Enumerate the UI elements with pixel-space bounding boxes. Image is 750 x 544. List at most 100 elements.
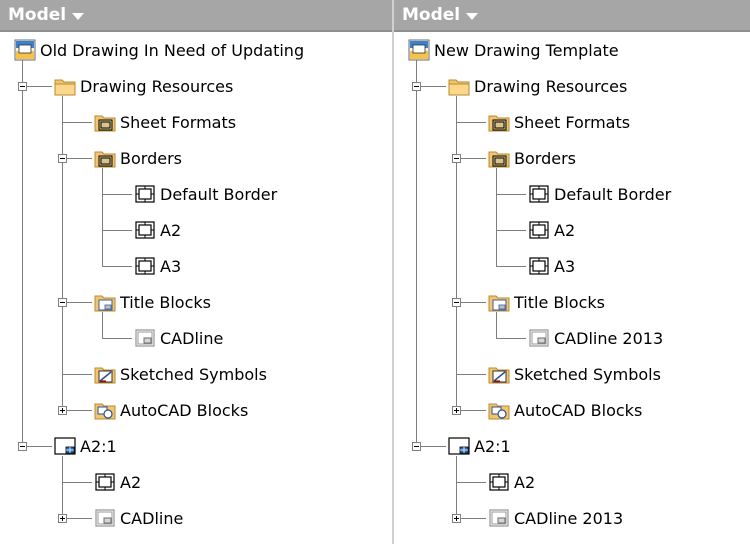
tree-node-label: Default Border [554, 184, 672, 204]
tree-connector-line [496, 168, 497, 266]
tree-connector-line [496, 266, 526, 267]
tree-node[interactable]: A2 [94, 464, 141, 500]
tree-node[interactable]: Default Border [134, 176, 277, 212]
collapse-icon[interactable] [58, 298, 67, 307]
title-block-folder-icon [94, 291, 116, 313]
tree-node-label: Borders [120, 148, 182, 168]
sheet-format-folder-icon [94, 111, 116, 133]
tree-connector-line [496, 194, 526, 195]
tree-connector-line [456, 374, 486, 375]
tree-node-label: Sketched Symbols [514, 364, 661, 384]
expand-icon[interactable] [58, 406, 67, 415]
drawing-icon [408, 39, 430, 61]
tree-node-label: Sketched Symbols [120, 364, 267, 384]
tree-connector-line [102, 168, 103, 266]
tree-connector-line [416, 60, 417, 446]
tree-node[interactable]: CADline 2013 [528, 320, 663, 356]
tree-node[interactable]: Old Drawing In Need of Updating [14, 32, 304, 68]
sheet-icon [448, 435, 470, 457]
border-icon [134, 183, 156, 205]
title-block-icon [488, 507, 510, 529]
tree-connector-line [102, 266, 132, 267]
border-folder-icon [94, 147, 116, 169]
tree-node-label: Drawing Resources [80, 76, 234, 96]
tree-node-label: Default Border [160, 184, 278, 204]
tree-node-label: A2:1 [80, 436, 117, 456]
title-block-icon [528, 327, 550, 349]
tree-node[interactable]: Sheet Formats [488, 104, 630, 140]
tree-node[interactable]: AutoCAD Blocks [94, 392, 248, 428]
tree-node-label: CADline [160, 328, 224, 348]
border-icon [488, 471, 510, 493]
tree-node[interactable]: A2:1 [448, 428, 511, 464]
tree-node[interactable]: A2 [134, 212, 181, 248]
tree-node-label: Old Drawing In Need of Updating [40, 40, 305, 60]
browser-tree: Old Drawing In Need of Updating Drawing R… [0, 32, 392, 544]
tree-node-label: A2 [514, 472, 536, 492]
tree-node[interactable]: Borders [94, 140, 182, 176]
tree-node[interactable]: CADline 2013 [488, 500, 623, 536]
tree-node-label: Borders [514, 148, 576, 168]
collapse-icon[interactable] [58, 154, 67, 163]
tree-node-label: A3 [160, 256, 182, 276]
tree-connector-line [62, 374, 92, 375]
tree-node[interactable]: Sheet Formats [94, 104, 236, 140]
model-header[interactable]: Model [394, 0, 750, 32]
tree-node-label: AutoCAD Blocks [120, 400, 249, 420]
tree-connector-line [102, 230, 132, 231]
collapse-icon[interactable] [18, 82, 27, 91]
autocad-block-folder-icon [94, 399, 116, 421]
tree-node[interactable]: Borders [488, 140, 576, 176]
tree-node[interactable]: Title Blocks [488, 284, 605, 320]
border-icon [134, 219, 156, 241]
tree-node-label: A2 [120, 472, 142, 492]
expand-icon[interactable] [58, 514, 67, 523]
collapse-icon[interactable] [18, 442, 27, 451]
tree-node[interactable]: A3 [134, 248, 181, 284]
chevron-down-icon[interactable] [72, 12, 85, 20]
chevron-down-icon[interactable] [466, 12, 479, 20]
sketched-symbol-folder-icon [94, 363, 116, 385]
border-icon [134, 255, 156, 277]
tree-connector-line [22, 60, 23, 446]
tree-connector-line [456, 482, 486, 483]
title-block-icon [134, 327, 156, 349]
tree-node[interactable]: A2:1 [54, 428, 117, 464]
collapse-icon[interactable] [452, 298, 461, 307]
tree-node-label: CADline 2013 [554, 328, 664, 348]
tree-node-label: A3 [554, 256, 576, 276]
model-header[interactable]: Model [0, 0, 392, 32]
tree-node[interactable]: Sketched Symbols [488, 356, 661, 392]
tree-node[interactable]: Drawing Resources [448, 68, 627, 104]
tree-node-label: AutoCAD Blocks [514, 400, 643, 420]
tree-connector-line [102, 338, 132, 339]
collapse-icon[interactable] [412, 442, 421, 451]
tree-node-label: Sheet Formats [514, 112, 631, 132]
tree-connector-line [496, 230, 526, 231]
tree-node[interactable]: Title Blocks [94, 284, 211, 320]
tree-connector-line [456, 96, 457, 410]
tree-node-label: New Drawing Template [434, 40, 619, 60]
tree-node[interactable]: Drawing Resources [54, 68, 233, 104]
tree-node[interactable]: Sketched Symbols [94, 356, 267, 392]
model-header-label: Model [8, 5, 67, 25]
tree-node[interactable]: Default Border [528, 176, 671, 212]
tree-node[interactable]: CADline [134, 320, 223, 356]
tree-node[interactable]: New Drawing Template [408, 32, 619, 68]
tree-connector-line [456, 122, 486, 123]
expand-icon[interactable] [452, 406, 461, 415]
collapse-icon[interactable] [412, 82, 421, 91]
tree-node-label: Title Blocks [120, 292, 211, 312]
tree-node[interactable]: A2 [488, 464, 535, 500]
tree-node[interactable]: CADline [94, 500, 183, 536]
collapse-icon[interactable] [452, 154, 461, 163]
expand-icon[interactable] [452, 514, 461, 523]
border-icon [528, 183, 550, 205]
tree-connector-line [496, 338, 526, 339]
browser-tree: New Drawing Template Drawing Resources She… [394, 32, 750, 544]
tree-connector-line [62, 456, 63, 518]
left-browser-panel: Model Old Drawing In Need of Updating Dra… [0, 0, 392, 544]
tree-node[interactable]: AutoCAD Blocks [488, 392, 642, 428]
tree-node[interactable]: A2 [528, 212, 575, 248]
tree-node[interactable]: A3 [528, 248, 575, 284]
